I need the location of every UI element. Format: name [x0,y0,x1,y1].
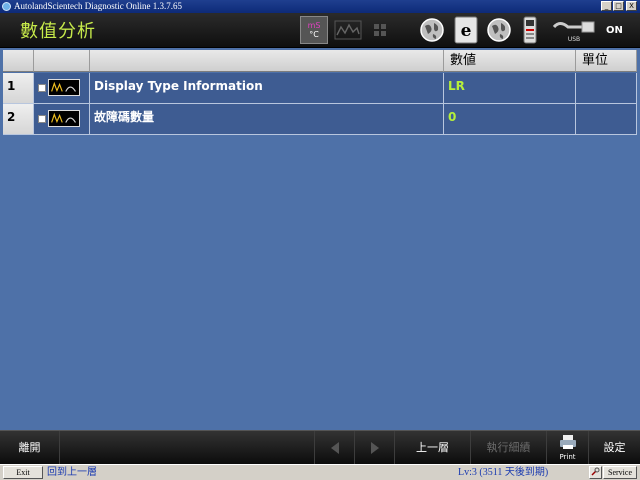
print-button[interactable]: Print [546,431,588,465]
license-info: Lv:3 (3511 天後到期) [458,467,549,478]
maximize-button[interactable]: □ [613,1,624,11]
globe-icon[interactable] [484,16,514,44]
column-header-graph [34,50,90,72]
printer-icon [559,435,576,449]
parameter-value: 0 [444,104,576,135]
waveform-icon[interactable] [48,110,80,127]
globe-icon[interactable] [417,16,447,44]
usb-icon[interactable]: USB [550,16,598,44]
service-button[interactable]: Service [603,466,637,479]
app-icon [2,2,11,11]
unit-toggle-button[interactable]: mS °C [300,16,328,44]
arrow-right-icon [370,442,379,454]
print-label: Print [559,453,576,461]
next-page-button[interactable] [354,431,394,465]
table-row[interactable]: 2 故障碼數量 0 [3,104,637,135]
connection-status: ON [606,25,623,36]
svg-text:e: e [461,21,472,41]
graph-toggle-cell[interactable] [34,104,90,135]
unit-top-label: mS [307,21,321,30]
minimize-button[interactable]: _ [601,1,612,11]
exit-button[interactable]: 離開 [0,431,60,465]
column-header-unit: 單位 [576,50,637,72]
ebook-icon[interactable]: e [451,16,481,44]
arrow-left-icon [330,442,339,454]
run-detail-button[interactable]: 執行細績 [470,431,546,465]
back-button[interactable]: 上一層 [394,431,470,465]
row-number: 1 [3,73,34,104]
status-exit-button[interactable]: Exit [3,466,43,479]
bottom-toolbar: 離開 上一層 執行細績 Print 設定 [0,430,640,465]
window-titlebar: AutolandScientech Diagnostic Online 1.3.… [0,0,640,13]
page-title: 數值分析 [20,21,96,42]
status-hint: 回到上一層 [47,467,97,478]
parameter-name: Display Type Information [90,73,444,104]
service-tool-icon[interactable] [589,466,602,479]
window-title: AutolandScientech Diagnostic Online 1.3.… [14,1,182,11]
grid-icon[interactable] [368,16,392,44]
settings-button[interactable]: 設定 [588,431,640,465]
row-checkbox[interactable] [38,84,46,92]
parameter-unit [576,73,637,104]
parameter-value: LR [444,73,576,104]
unit-bottom-label: °C [309,30,319,39]
column-header-value: 數値 [444,50,576,72]
waveform-icon[interactable] [48,79,80,96]
row-number: 2 [3,104,34,135]
close-button[interactable]: X [626,1,637,11]
parameter-unit [576,104,637,135]
column-header-name [90,50,444,72]
prev-page-button[interactable] [314,431,354,465]
usb-label: USB [567,35,581,43]
column-header-index [3,50,34,72]
app-window: AutolandScientech Diagnostic Online 1.3.… [0,0,640,480]
device-icon[interactable] [519,16,541,44]
toolbar: 數值分析 mS °C e USB ON [0,13,640,48]
parameter-name: 故障碼數量 [90,104,444,135]
graph-icon[interactable] [333,16,363,44]
status-bar: Exit 回到上一層 Lv:3 (3511 天後到期) Service [0,464,640,480]
row-checkbox[interactable] [38,115,46,123]
table-row[interactable]: 1 Display Type Information LR [3,73,637,104]
graph-toggle-cell[interactable] [34,73,90,104]
